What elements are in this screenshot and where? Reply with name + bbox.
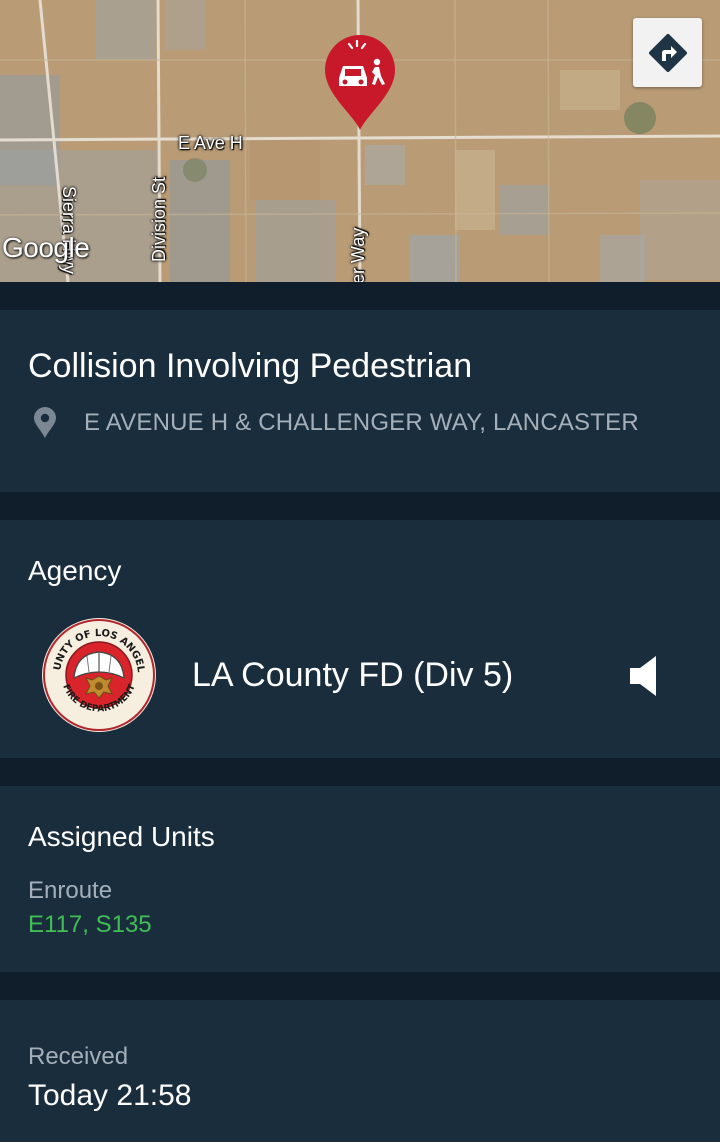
received-time: Today 21:58 xyxy=(28,1079,192,1112)
map-pin-icon xyxy=(34,407,56,438)
assigned-units-label: Assigned Units xyxy=(28,821,215,852)
incident-map[interactable]: E Ave H Division St Sierra Hwy er Way Go… xyxy=(0,0,720,282)
agency-label: Agency xyxy=(28,555,122,586)
section-divider xyxy=(0,282,720,310)
google-logo: Google xyxy=(2,232,90,263)
incident-card: Collision Involving Pedestrian E AVENUE … xyxy=(0,310,720,492)
received-card: Received Today 21:58 xyxy=(0,1000,720,1142)
unit-status-label: Enroute xyxy=(28,877,113,904)
incident-marker[interactable] xyxy=(319,32,401,132)
road-label-division-st: Division St xyxy=(149,176,169,262)
directions-turn-right-icon xyxy=(648,33,687,72)
section-divider xyxy=(0,492,720,520)
directions-button[interactable] xyxy=(633,18,702,87)
incident-address-row[interactable]: E AVENUE H & CHALLENGER WAY, LANCASTER xyxy=(28,406,692,440)
agency-name: LA County FD (Div 5) xyxy=(192,655,514,694)
assigned-units-card: Assigned Units Enroute E117, S135 xyxy=(0,786,720,972)
speaker-icon[interactable] xyxy=(628,652,668,700)
car-pedestrian-collision-icon xyxy=(325,35,395,130)
unit-list[interactable]: E117, S135 xyxy=(28,910,692,940)
agency-row[interactable]: COUNTY OF LOS ANGELES FIRE DEPARTMENT LA… xyxy=(28,616,692,734)
received-label: Received xyxy=(28,1043,129,1070)
section-divider xyxy=(0,972,720,1000)
incident-address: E AVENUE H & CHALLENGER WAY, LANCASTER xyxy=(84,409,639,436)
section-divider xyxy=(0,758,720,786)
road-label-challenger-way: er Way xyxy=(348,227,368,282)
incident-title: Collision Involving Pedestrian xyxy=(28,347,473,385)
road-label-e-ave-h: E Ave H xyxy=(178,133,243,153)
la-county-fire-seal-logo: COUNTY OF LOS ANGELES FIRE DEPARTMENT xyxy=(40,616,156,732)
agency-card: Agency COUNTY OF LOS ANGELES FIRE DEPART… xyxy=(0,520,720,758)
